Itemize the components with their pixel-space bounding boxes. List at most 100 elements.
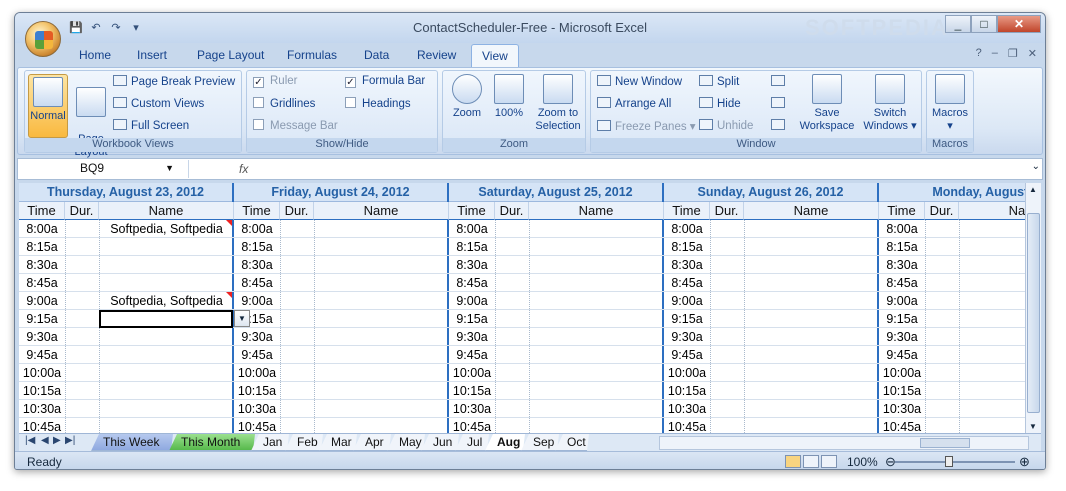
close-button[interactable]: ✕	[997, 15, 1041, 33]
time-slot-row[interactable]: 8:30a	[664, 256, 879, 274]
sheet-tab[interactable]: Apr	[353, 434, 391, 451]
time-slot-row[interactable]: 9:15a	[449, 310, 664, 328]
time-slot-row[interactable]: 9:00a	[879, 292, 1025, 310]
dur-column-header[interactable]: Dur.	[925, 202, 959, 220]
tab-home[interactable]: Home	[79, 48, 111, 62]
horizontal-scrollbar[interactable]	[659, 436, 1029, 450]
help-icon[interactable]: ?	[976, 47, 982, 60]
time-slot-row[interactable]: 8:15a	[234, 238, 449, 256]
sheet-tab[interactable]: This Month	[169, 434, 255, 451]
zoom-button[interactable]: Zoom	[447, 74, 487, 120]
time-slot-row[interactable]: 9:45a	[19, 346, 234, 364]
dur-column-header[interactable]: Dur.	[280, 202, 314, 220]
dur-column-header[interactable]: Dur.	[495, 202, 529, 220]
tab-formulas[interactable]: Formulas	[287, 48, 337, 62]
tab-page-layout[interactable]: Page Layout	[197, 48, 264, 62]
save-workspace-button[interactable]: Save Workspace	[797, 74, 857, 133]
chevron-down-icon[interactable]: ▼	[165, 163, 174, 173]
sheet-tab[interactable]: Oct	[555, 434, 589, 451]
cell-dropdown-icon[interactable]: ▼	[234, 310, 250, 327]
hide-button[interactable]: Hide	[699, 97, 741, 110]
appointment-name[interactable]: Softpedia, Softpedia	[99, 220, 234, 238]
insert-function-icon[interactable]: fx	[188, 160, 258, 178]
minimize-button[interactable]: _	[945, 15, 971, 33]
sheet-tab[interactable]: Jul	[455, 434, 489, 451]
scroll-thumb[interactable]	[1027, 213, 1040, 413]
time-column-header[interactable]: Time	[664, 202, 710, 220]
time-slot-row[interactable]: 8:45a	[879, 274, 1025, 292]
zoom-slider-thumb[interactable]	[945, 456, 953, 467]
close-workbook-icon[interactable]: ✕	[1028, 47, 1037, 60]
sheet-tab[interactable]: May	[387, 434, 425, 451]
maximize-button[interactable]: □	[971, 15, 997, 33]
sheet-tab[interactable]: Feb	[285, 434, 323, 451]
time-slot-row[interactable]: 10:30a	[449, 400, 664, 418]
formula-input[interactable]	[262, 161, 1022, 177]
time-slot-row[interactable]: 9:00a	[664, 292, 879, 310]
freeze-panes-button[interactable]: Freeze Panes ▾	[597, 119, 696, 133]
scroll-up-icon[interactable]: ▲	[1029, 185, 1037, 194]
zoom-in-icon[interactable]: ⊕	[1019, 454, 1030, 469]
time-slot-row[interactable]: 10:45a	[234, 418, 449, 433]
time-slot-row[interactable]: 9:15a	[664, 310, 879, 328]
unhide-button[interactable]: Unhide	[699, 119, 753, 132]
customize-qat-icon[interactable]: ▾	[129, 21, 143, 35]
split-button[interactable]: Split	[699, 75, 739, 88]
appointment-name[interactable]: Softpedia, Softpedia	[99, 292, 234, 310]
time-slot-row[interactable]: 10:15a	[879, 382, 1025, 400]
time-slot-row[interactable]: 9:45a	[234, 346, 449, 364]
time-slot-row[interactable]: 9:45a	[879, 346, 1025, 364]
time-slot-row[interactable]: 10:15a	[664, 382, 879, 400]
time-slot-row[interactable]: 10:45a	[449, 418, 664, 433]
last-sheet-icon[interactable]: ▶|	[65, 435, 75, 446]
time-slot-row[interactable]: 8:00a	[449, 220, 664, 238]
sheet-tab[interactable]: Jun	[421, 434, 459, 451]
zoom-level[interactable]: 100%	[847, 455, 878, 469]
time-slot-row[interactable]: 8:45a	[19, 274, 234, 292]
time-slot-row[interactable]: 8:00a	[234, 220, 449, 238]
reset-window-position-icon[interactable]	[771, 119, 789, 132]
time-slot-row[interactable]: 8:45a	[234, 274, 449, 292]
prev-sheet-icon[interactable]: ◀	[41, 435, 49, 446]
time-slot-row[interactable]: 10:45a	[19, 418, 234, 433]
time-slot-row[interactable]: 10:30a	[234, 400, 449, 418]
time-slot-row[interactable]: 8:15a	[449, 238, 664, 256]
time-slot-row[interactable]: 10:15a	[19, 382, 234, 400]
scroll-down-icon[interactable]: ▼	[1029, 422, 1037, 431]
time-slot-row[interactable]: 8:45a	[664, 274, 879, 292]
zoom-100-button[interactable]: 100%	[489, 74, 529, 120]
normal-view-icon[interactable]	[785, 455, 801, 468]
tab-insert[interactable]: Insert	[137, 48, 167, 62]
zoom-slider[interactable]	[895, 461, 1015, 463]
ruler-checkbox[interactable]: ✓ Ruler	[253, 75, 297, 88]
time-slot-row[interactable]: 9:30a	[879, 328, 1025, 346]
time-slot-row[interactable]: 9:30a	[234, 328, 449, 346]
expand-formula-bar-icon[interactable]: ⌄	[1032, 161, 1040, 172]
time-slot-row[interactable]: 9:45a	[449, 346, 664, 364]
time-slot-row[interactable]: 9:15a	[234, 310, 449, 328]
name-column-header[interactable]: Name	[99, 202, 234, 220]
tab-review[interactable]: Review	[417, 48, 456, 62]
synchronous-scrolling-icon[interactable]	[771, 97, 789, 110]
time-slot-row[interactable]: 9:30a	[449, 328, 664, 346]
time-slot-row[interactable]: 10:00a	[664, 364, 879, 382]
full-screen-button[interactable]: Full Screen	[113, 119, 189, 132]
custom-views-button[interactable]: Custom Views	[113, 97, 204, 110]
macros-button[interactable]: Macros ▾	[930, 74, 970, 133]
gridlines-checkbox[interactable]: Gridlines	[253, 97, 315, 110]
time-slot-row[interactable]: 10:00a	[449, 364, 664, 382]
name-column-header[interactable]: Name	[744, 202, 879, 220]
time-slot-row[interactable]: 10:30a	[664, 400, 879, 418]
time-slot-row[interactable]: 10:00a	[234, 364, 449, 382]
time-column-header[interactable]: Time	[879, 202, 925, 220]
redo-icon[interactable]: ↷	[109, 21, 123, 35]
time-slot-row[interactable]: 8:00a	[879, 220, 1025, 238]
time-slot-row[interactable]: 10:15a	[449, 382, 664, 400]
tab-data[interactable]: Data	[364, 48, 389, 62]
sheet-tab[interactable]: Sep	[521, 434, 559, 451]
time-slot-row[interactable]: 10:00a	[19, 364, 234, 382]
time-slot-row[interactable]: 8:15a	[664, 238, 879, 256]
time-slot-row[interactable]: 8:30a	[449, 256, 664, 274]
time-slot-row[interactable]: 8:00a	[664, 220, 879, 238]
time-slot-row[interactable]: 9:00a	[449, 292, 664, 310]
